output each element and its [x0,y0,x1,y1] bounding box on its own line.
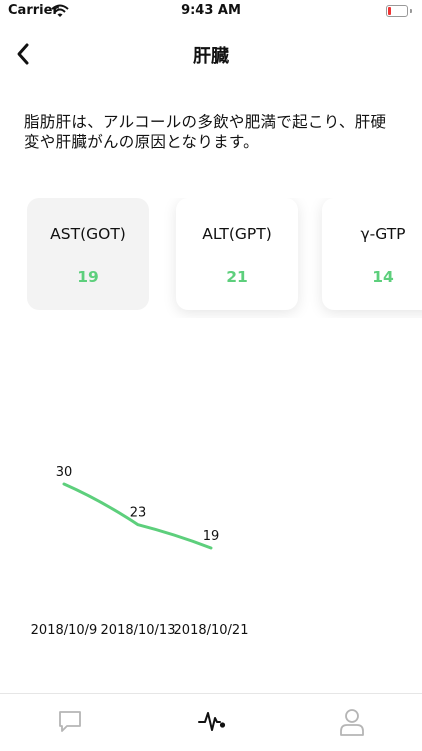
card-label: ALT(GPT) [202,225,272,243]
data-label: 19 [203,529,220,544]
tab-profile[interactable] [282,694,422,751]
card-value: 14 [372,268,394,286]
card-ast[interactable]: AST(GOT) 19 [27,198,149,310]
nav-bar: 肝臓 [0,28,422,80]
status-time: 9:43 AM [181,3,241,18]
metric-cards: AST(GOT) 19 ALT(GPT) 21 γ-GTP 14 [0,198,422,318]
data-label: 30 [56,465,73,480]
card-label: γ-GTP [360,225,406,243]
card-value: 19 [77,268,99,286]
person-icon [340,709,364,736]
status-bar: Carrier 9:43 AM [0,0,422,24]
x-tick-label: 2018/10/21 [174,623,249,638]
chat-bubble-icon [59,711,81,732]
battery-icon [386,5,408,17]
card-gtp[interactable]: γ-GTP 14 [322,198,422,310]
x-tick-label: 2018/10/9 [31,623,98,638]
page-title: 肝臓 [193,46,229,67]
tab-health[interactable] [141,694,281,751]
description-text: 脂肪肝は、アルコールの多飲や肥満で起こり、肝硬変や肝臓がんの原因となります。 [24,113,387,151]
trend-line-chart: 30 23 19 2018/10/9 2018/10/132018/10/21 [31,465,249,638]
battery-cap [410,9,412,13]
tab-chat[interactable] [0,694,140,751]
card-alt[interactable]: ALT(GPT) 21 [176,198,298,310]
tab-bar [0,693,422,751]
card-value: 21 [226,268,248,286]
data-label: 23 [130,506,147,521]
heartbeat-icon [198,712,226,731]
card-label: AST(GOT) [50,225,126,243]
x-tick-label: 2018/10/13 [101,623,176,638]
